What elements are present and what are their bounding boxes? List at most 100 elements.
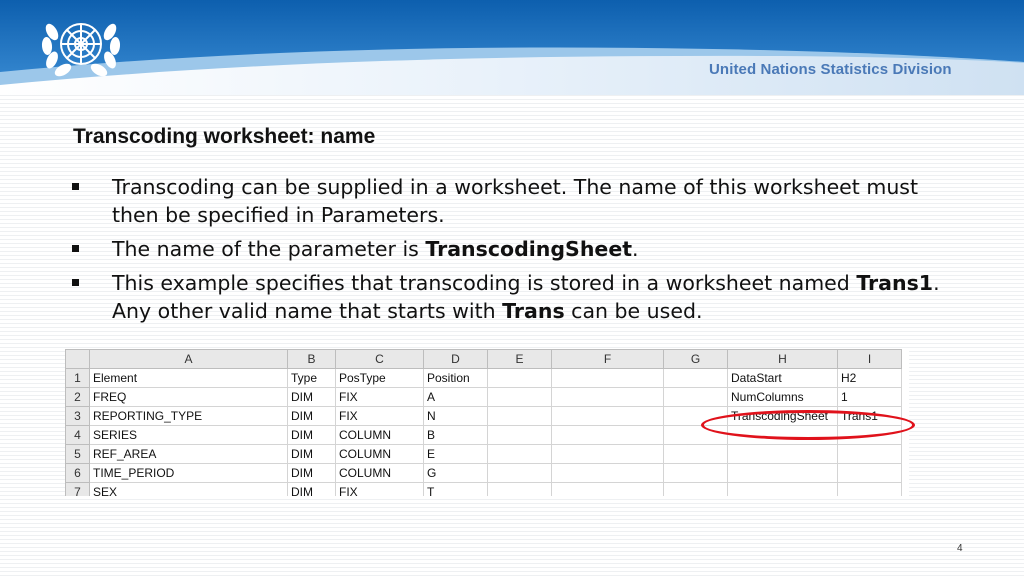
table-row: 1 Element Type PosType Position DataStar…	[65, 368, 902, 388]
cell	[487, 463, 552, 483]
cell: COLUMN	[335, 463, 424, 483]
cell: COLUMN	[335, 425, 424, 445]
header-wave	[0, 0, 1024, 95]
cell: SEX	[89, 482, 288, 496]
corner-cell	[65, 349, 90, 369]
bullet-list: Transcoding can be supplied in a workshe…	[70, 173, 950, 331]
cell	[663, 368, 728, 388]
cell: T	[423, 482, 488, 496]
cell	[663, 444, 728, 464]
bullet-text: Transcoding can be supplied in a workshe…	[112, 175, 919, 227]
row-number: 6	[65, 463, 90, 483]
cell: Type	[287, 368, 336, 388]
page-number: 4	[957, 543, 963, 554]
cell: Element	[89, 368, 288, 388]
cell	[551, 444, 664, 464]
column-header-row: A B C D E F G H I	[65, 349, 902, 369]
cell: Position	[423, 368, 488, 388]
column-header: D	[423, 349, 488, 369]
table-row: 6 TIME_PERIOD DIM COLUMN G	[65, 463, 902, 483]
cell	[551, 387, 664, 407]
bullet-square-icon	[72, 183, 79, 190]
cell: A	[423, 387, 488, 407]
column-header: G	[663, 349, 728, 369]
cell	[487, 482, 552, 496]
cell: DIM	[287, 406, 336, 426]
column-header: F	[551, 349, 664, 369]
row-number: 5	[65, 444, 90, 464]
cell: DIM	[287, 463, 336, 483]
highlight-ellipse	[701, 410, 915, 440]
cell: REPORTING_TYPE	[89, 406, 288, 426]
row-number: 4	[65, 425, 90, 445]
column-header: A	[89, 349, 288, 369]
cell	[551, 482, 664, 496]
cell: H2	[837, 368, 902, 388]
table-row: 2 FREQ DIM FIX A NumColumns 1	[65, 387, 902, 407]
org-name: United Nations Statistics Division	[709, 61, 952, 78]
bullet-emphasis: Trans	[502, 299, 565, 323]
cell: COLUMN	[335, 444, 424, 464]
cell	[487, 387, 552, 407]
cell	[551, 463, 664, 483]
cell: TIME_PERIOD	[89, 463, 288, 483]
bullet-text: .	[632, 237, 639, 261]
cell: FREQ	[89, 387, 288, 407]
cell	[727, 482, 838, 496]
cell	[837, 463, 902, 483]
cell	[551, 368, 664, 388]
bullet-text: The name of the parameter is	[112, 237, 426, 261]
bullet-text: This example specifies that transcoding …	[112, 271, 857, 295]
cell: DIM	[287, 482, 336, 496]
cell: N	[423, 406, 488, 426]
table-row: 7 SEX DIM FIX T	[65, 482, 902, 496]
cell: REF_AREA	[89, 444, 288, 464]
cell: E	[423, 444, 488, 464]
column-header: H	[727, 349, 838, 369]
cell: 1	[837, 387, 902, 407]
column-header: E	[487, 349, 552, 369]
row-number: 2	[65, 387, 90, 407]
cell	[551, 425, 664, 445]
cell: DIM	[287, 444, 336, 464]
slide-title: Transcoding worksheet: name	[73, 125, 376, 148]
cell	[837, 444, 902, 464]
cell: DIM	[287, 387, 336, 407]
cell	[663, 387, 728, 407]
column-header: B	[287, 349, 336, 369]
bullet-square-icon	[72, 245, 79, 252]
cell	[727, 444, 838, 464]
cell: B	[423, 425, 488, 445]
bullet-emphasis: Trans1	[856, 271, 934, 295]
row-number: 7	[65, 482, 90, 496]
cell	[487, 444, 552, 464]
cell: FIX	[335, 482, 424, 496]
cell: FIX	[335, 406, 424, 426]
row-number: 3	[65, 406, 90, 426]
cell: FIX	[335, 387, 424, 407]
un-emblem-icon	[30, 10, 132, 82]
bullet-emphasis: TranscodingSheet	[425, 237, 633, 261]
cell	[487, 425, 552, 445]
bullet-item: The name of the parameter is Transcoding…	[70, 235, 950, 263]
cell: SERIES	[89, 425, 288, 445]
bullet-item: This example specifies that transcoding …	[70, 269, 950, 325]
cell	[837, 482, 902, 496]
table-row: 5 REF_AREA DIM COLUMN E	[65, 444, 902, 464]
header-banner: United Nations Statistics Division	[0, 0, 1024, 95]
column-header: C	[335, 349, 424, 369]
column-header: I	[837, 349, 902, 369]
cell	[727, 463, 838, 483]
cell	[551, 406, 664, 426]
bullet-item: Transcoding can be supplied in a workshe…	[70, 173, 950, 229]
cell	[487, 368, 552, 388]
cell: PosType	[335, 368, 424, 388]
cell	[663, 463, 728, 483]
bullet-text: can be used.	[564, 299, 703, 323]
cell: DIM	[287, 425, 336, 445]
cell: DataStart	[727, 368, 838, 388]
cell	[487, 406, 552, 426]
row-number: 1	[65, 368, 90, 388]
cell: G	[423, 463, 488, 483]
cell	[663, 482, 728, 496]
